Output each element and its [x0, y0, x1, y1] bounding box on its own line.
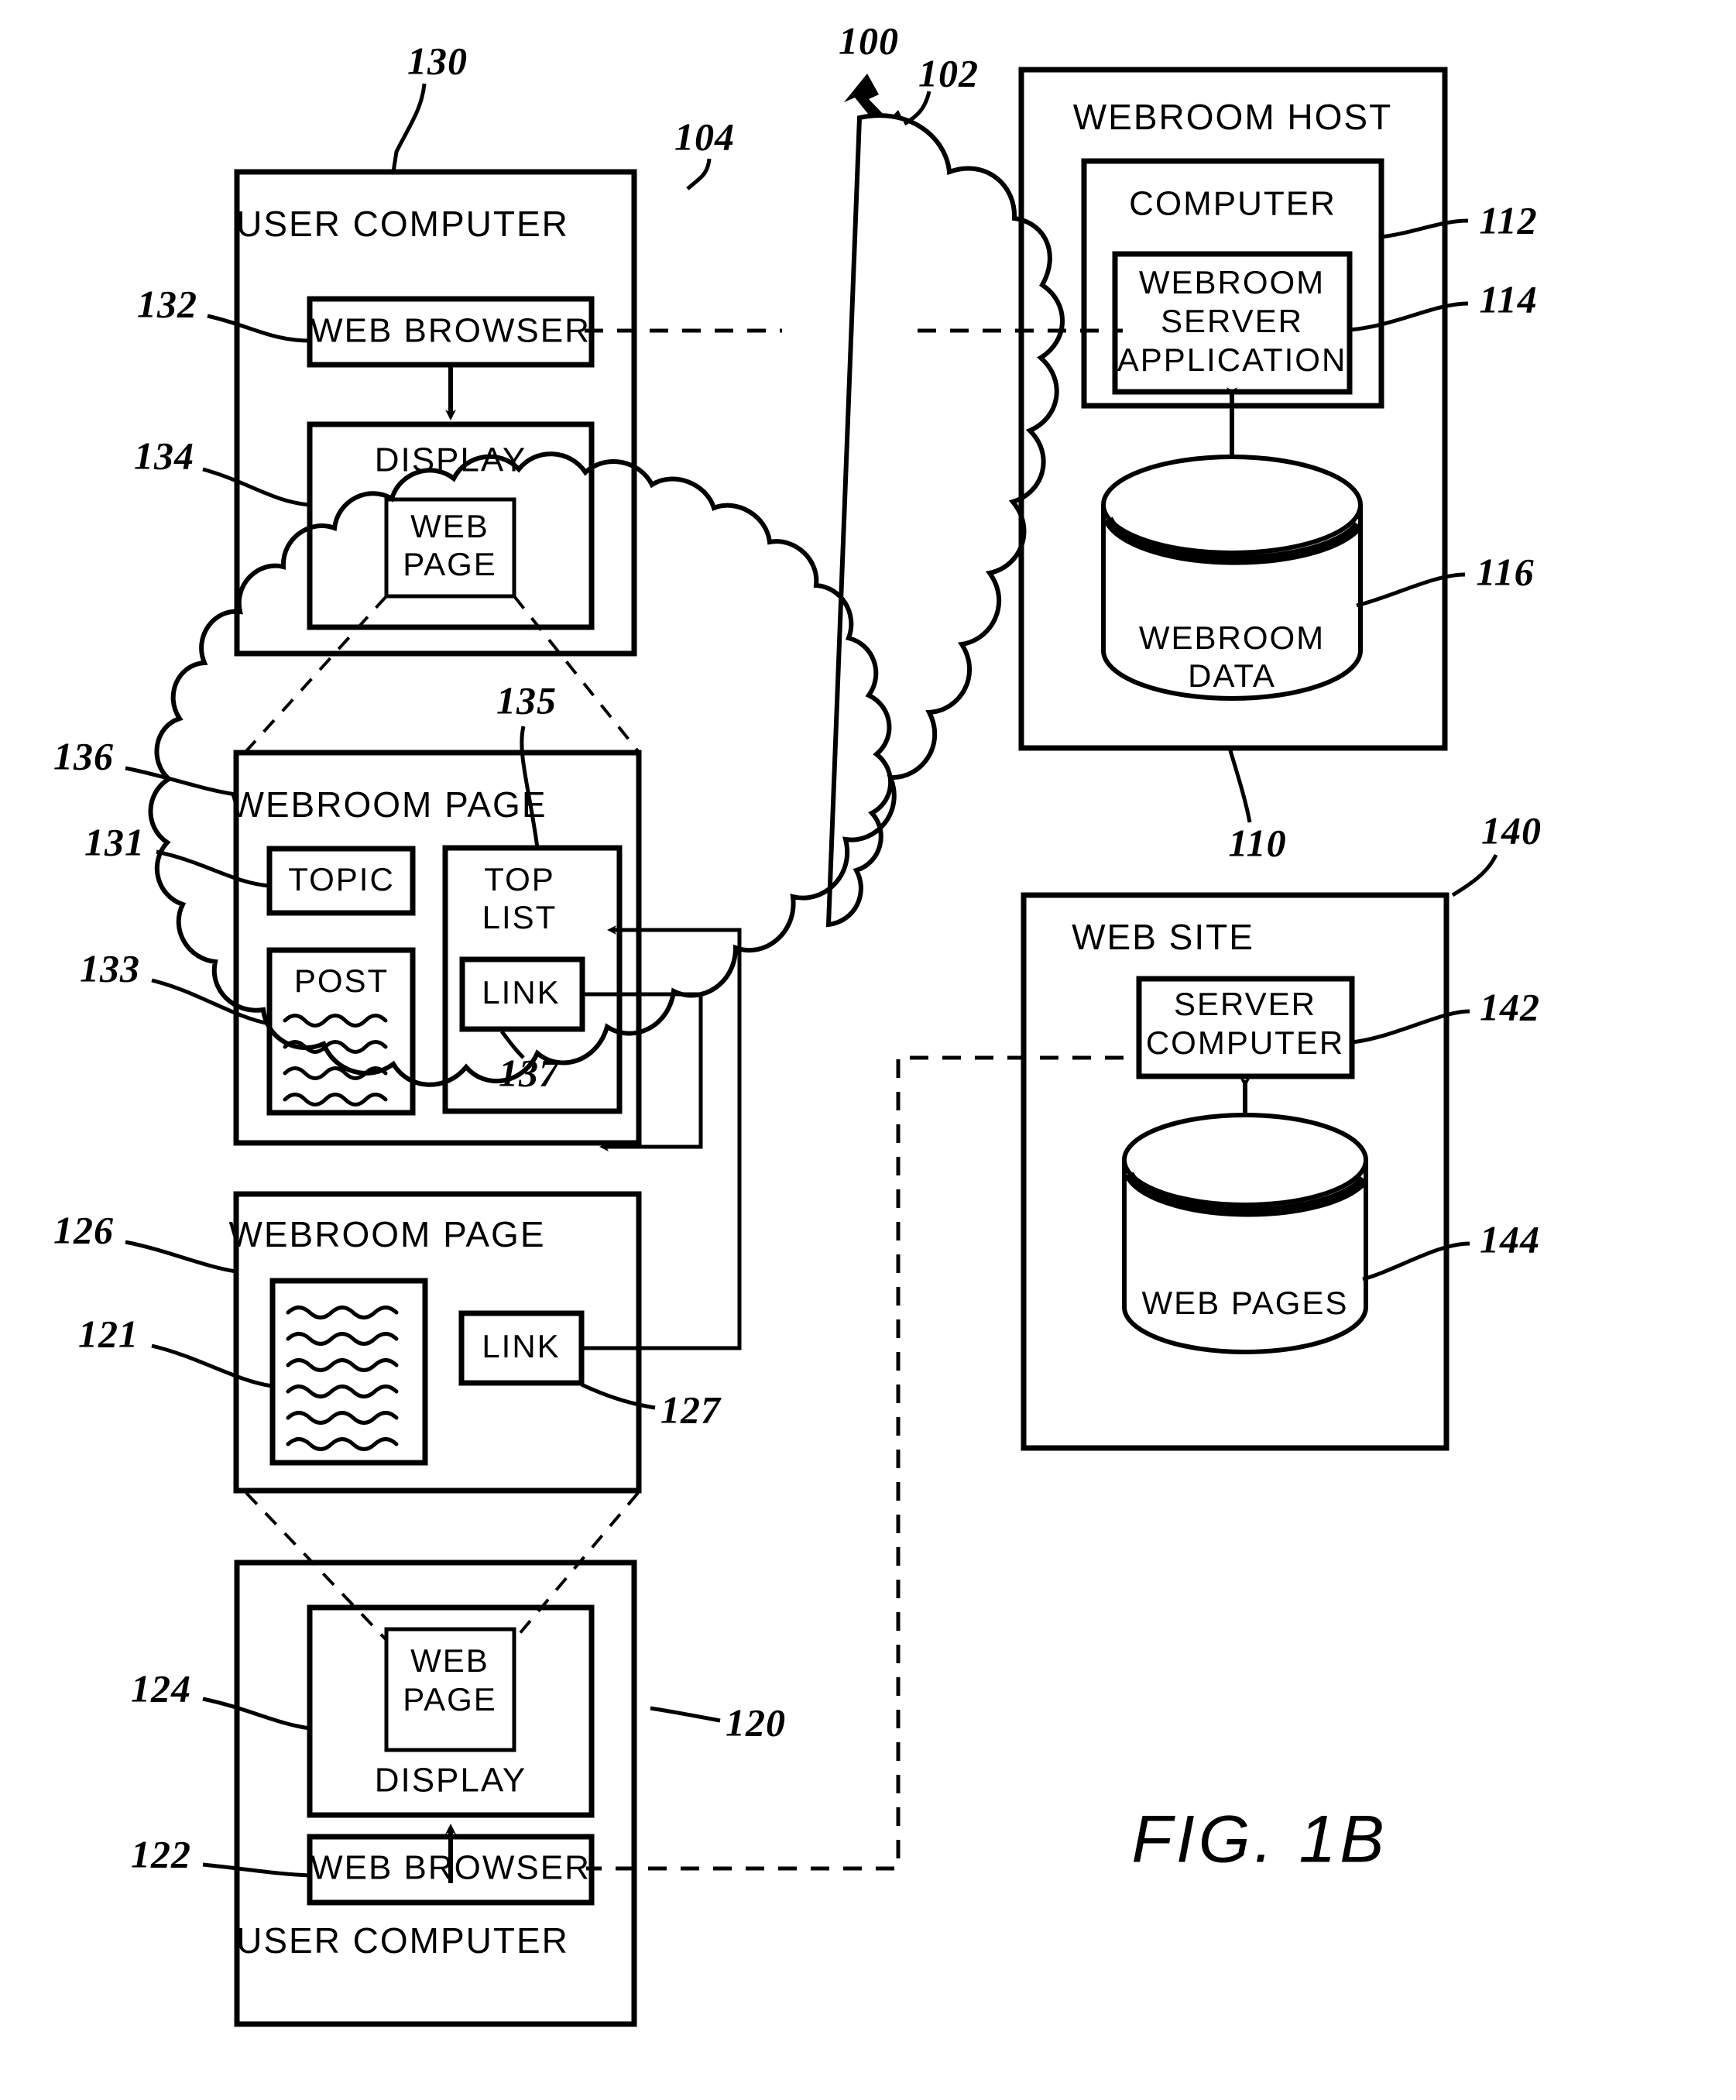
ref-133: 133 — [80, 946, 140, 990]
link-routing-lines — [582, 925, 742, 1350]
webroom-host-title: WEBROOM HOST — [1073, 97, 1392, 137]
leader-122 — [202, 1862, 310, 1878]
ref-110: 110 — [1228, 821, 1286, 864]
server-app-line3: APPLICATION — [1117, 341, 1347, 378]
topic-label: TOPIC — [288, 861, 395, 897]
top-list-line1: TOP — [484, 861, 555, 897]
network-cloud — [148, 113, 1065, 1087]
patent-figure-1b: 100 102 104 USER COMPUTER WEB BROWSER DI… — [0, 0, 1736, 2100]
web-browser-bottom-label: WEB BROWSER — [310, 1849, 591, 1887]
ref-124: 124 — [131, 1666, 191, 1710]
ref-120: 120 — [726, 1700, 786, 1744]
leader-134 — [202, 467, 310, 507]
ref-122: 122 — [131, 1832, 191, 1875]
ref-126: 126 — [53, 1208, 114, 1251]
ref-102: 102 — [918, 51, 979, 94]
web-site: WEB SITE SERVER COMPUTER WEB PAGES — [1021, 892, 1450, 1451]
leader-116 — [1356, 572, 1466, 608]
webroom-data-line2: DATA — [1188, 657, 1276, 694]
ref-136: 136 — [53, 734, 114, 777]
leader-110 — [1227, 747, 1252, 823]
web-page-bottom-line2: PAGE — [403, 1681, 497, 1717]
web-pages-label: WEB PAGES — [1142, 1285, 1349, 1321]
server-computer-line2: COMPUTER — [1146, 1024, 1344, 1061]
leader-114 — [1349, 301, 1469, 332]
ref-130: 130 — [407, 39, 468, 82]
ref-135: 135 — [496, 678, 557, 722]
leader-144 — [1362, 1241, 1470, 1282]
leader-127 — [580, 1382, 656, 1410]
server-app-line2: SERVER — [1161, 303, 1303, 339]
ref-134: 134 — [134, 434, 194, 477]
ref-137: 137 — [499, 1051, 560, 1094]
leader-124 — [202, 1697, 310, 1731]
link-lower-label: LINK — [482, 1328, 560, 1364]
web-page-top-line2: PAGE — [403, 546, 497, 582]
leader-142 — [1351, 1009, 1470, 1045]
figure-caption: FIG. 1B — [1131, 1803, 1388, 1877]
server-app-line1: WEBROOM — [1139, 264, 1325, 300]
leader-132 — [207, 314, 310, 343]
ref-116: 116 — [1476, 550, 1534, 593]
ref-142: 142 — [1480, 985, 1540, 1028]
computer-label: COMPUTER — [1129, 185, 1336, 223]
ref-104: 104 — [674, 115, 735, 158]
top-list-line2: LIST — [482, 899, 558, 935]
webroom-data-line1: WEBROOM — [1139, 619, 1325, 656]
webroom-page-upper-title: WEBROOM PAGE — [230, 784, 547, 825]
web-page-bottom-line1: WEB — [410, 1642, 489, 1679]
user-computer-top-title: USER COMPUTER — [236, 204, 569, 244]
leader-112 — [1381, 218, 1469, 239]
leader-120 — [650, 1706, 721, 1723]
post-label: POST — [294, 962, 389, 999]
webroom-host: WEBROOM HOST COMPUTER WEBROOM SERVER APP… — [1018, 67, 1448, 751]
ref-121: 121 — [78, 1312, 139, 1355]
ref-127: 127 — [660, 1388, 722, 1431]
display-bottom-label: DISPLAY — [375, 1762, 527, 1800]
figure-canvas: 100 102 104 USER COMPUTER WEB BROWSER DI… — [53, 19, 1542, 2027]
display-top-label: DISPLAY — [375, 441, 527, 479]
leader-121 — [151, 1343, 273, 1388]
leader-126 — [125, 1240, 237, 1274]
ref-114: 114 — [1479, 277, 1537, 321]
ref-132: 132 — [137, 282, 197, 325]
webroom-page-lower: WEBROOM PAGE LINK — [228, 1191, 642, 1494]
leader-130 — [391, 83, 427, 173]
web-browser-top-label: WEB BROWSER — [310, 312, 591, 350]
link-upper-label: LINK — [482, 974, 560, 1011]
expansion-line-bottom-right — [513, 1491, 640, 1642]
leader-104 — [686, 158, 712, 190]
ref-131: 131 — [84, 820, 145, 863]
leader-140 — [1451, 853, 1498, 897]
post-lower-squiggles — [286, 1306, 399, 1451]
ref-112: 112 — [1479, 198, 1537, 242]
expansion-line-bottom-left — [245, 1491, 388, 1642]
server-computer-line1: SERVER — [1174, 986, 1316, 1022]
web-site-title: WEB SITE — [1072, 917, 1254, 957]
ref-140: 140 — [1481, 808, 1542, 852]
webroom-page-lower-title: WEBROOM PAGE — [228, 1214, 545, 1254]
user-computer-bottom-title: USER COMPUTER — [236, 1920, 569, 1961]
ref-144: 144 — [1480, 1217, 1540, 1261]
ref-100: 100 — [839, 19, 899, 62]
web-page-top-line1: WEB — [410, 508, 489, 544]
user-computer-bottom: WEB PAGE DISPLAY WEB BROWSER USER COMPUT… — [234, 1560, 637, 2027]
